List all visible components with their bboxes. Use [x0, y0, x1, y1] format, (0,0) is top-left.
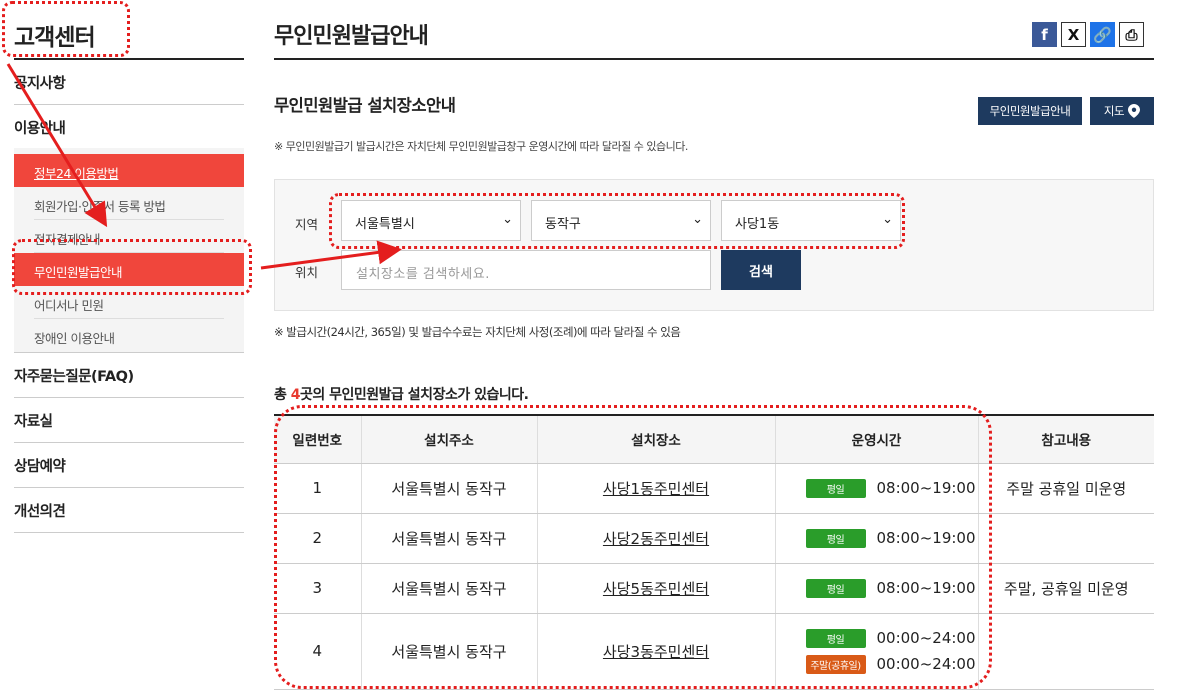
- header-no: 일련번호: [274, 415, 361, 464]
- hours-time: 08:00~19:00: [876, 529, 976, 547]
- sidebar-item-archive[interactable]: 자료실: [14, 398, 244, 443]
- cell-place-link[interactable]: 사당5동주민센터: [536, 563, 775, 614]
- section-title: 무인민원발급 설치장소안내: [274, 96, 456, 115]
- sidebar: 고객센터 공지사항 이용안내 정부24 이용방법 회원가입·인증서 등록 방법 …: [14, 0, 244, 533]
- map-button[interactable]: 지도: [1090, 97, 1154, 125]
- sigungu-select[interactable]: 동작구 ⌄: [531, 200, 711, 241]
- header-address: 설치주소: [360, 415, 537, 464]
- submenu-item-anywhere[interactable]: 어디서나 민원: [34, 286, 224, 319]
- sidebar-item-faq[interactable]: 자주묻는질문(FAQ): [14, 353, 244, 398]
- notice-fees: ※ 발급시간(24시간, 365일) 및 발급수수료는 자치단체 사정(조례)에…: [274, 325, 681, 339]
- results-suffix: 곳의 무인민원발급 설치장소가 있습니다.: [300, 387, 529, 403]
- cell-address: 서울특별시 동작구: [360, 463, 537, 514]
- cell-no: 1: [274, 463, 361, 514]
- search-button[interactable]: 검색: [721, 250, 801, 290]
- cell-hours: 평일 08:00~19:00: [774, 463, 978, 514]
- table-row: 1 서울특별시 동작구 사당1동주민센터 평일 08:00~19:00 주말 공휴…: [274, 463, 1154, 514]
- kiosk-guide-button[interactable]: 무인민원발급안내: [978, 97, 1082, 125]
- table-row: 3 서울특별시 동작구 사당5동주민센터 평일 08:00~19:00 주말, 공…: [274, 563, 1154, 614]
- sidebar-item-notice[interactable]: 공지사항: [14, 60, 244, 105]
- sidebar-submenu: 정부24 이용방법 회원가입·인증서 등록 방법 전자결제안내 무인민원발급안내…: [14, 148, 244, 353]
- cell-note: [977, 513, 1154, 564]
- cell-note: 주말 공휴일 미운영: [977, 463, 1154, 514]
- hours-time: 08:00~19:00: [876, 479, 976, 497]
- cell-no: 2: [274, 513, 361, 564]
- x-icon[interactable]: X: [1061, 22, 1086, 47]
- header-note: 참고내용: [977, 415, 1154, 464]
- cell-address: 서울특별시 동작구: [360, 563, 537, 614]
- print-icon[interactable]: ⎙: [1119, 22, 1144, 47]
- main-content: 무인민원발급안내 f X 🔗 ⎙ 무인민원발급 설치장소안내 무인민원발급안내 …: [274, 0, 1154, 690]
- link-icon[interactable]: 🔗: [1090, 22, 1115, 47]
- sigungu-select-value: 동작구: [545, 217, 581, 232]
- map-button-label: 지도: [1103, 104, 1125, 118]
- weekend-badge: 주말(공휴일): [805, 654, 866, 674]
- cell-no: 4: [274, 613, 361, 690]
- results-count: 4: [290, 387, 301, 403]
- sidebar-title: 고객센터: [14, 0, 244, 60]
- sido-select-value: 서울특별시: [355, 217, 415, 232]
- sidebar-item-consult[interactable]: 상담예약: [14, 443, 244, 488]
- results-prefix: 총: [274, 387, 291, 403]
- table-row: 4 서울특별시 동작구 사당3동주민센터 평일 00:00~24:00 주말(공휴…: [274, 613, 1154, 690]
- share-toolbar: f X 🔗 ⎙: [1032, 22, 1144, 47]
- cell-hours: 평일 08:00~19:00: [774, 513, 978, 564]
- notice-hours: ※ 무인민원발급기 발급시간은 자치단체 무인민원발급창구 운영시간에 따라 달…: [274, 140, 688, 153]
- dong-select-value: 사당1동: [735, 217, 780, 232]
- chevron-down-icon: ⌄: [882, 212, 893, 227]
- submenu-item-kiosk-guide[interactable]: 무인민원발급안내: [14, 253, 244, 286]
- cell-hours: 평일 08:00~19:00: [774, 563, 978, 614]
- header-hours: 운영시간: [774, 415, 978, 464]
- cell-no: 3: [274, 563, 361, 614]
- cell-address: 서울특별시 동작구: [360, 513, 537, 564]
- submenu-item-signup-cert[interactable]: 회원가입·인증서 등록 방법: [34, 187, 224, 220]
- kiosk-table: 일련번호 설치주소 설치장소 운영시간 참고내용 1 서울특별시 동작구 사당1…: [274, 414, 1154, 690]
- location-search-input[interactable]: 설치장소를 검색하세요.: [341, 250, 711, 290]
- weekday-badge: 평일: [805, 578, 866, 598]
- hours-time: 08:00~19:00: [876, 579, 976, 597]
- chevron-down-icon: ⌄: [502, 212, 513, 227]
- dong-select[interactable]: 사당1동 ⌄: [721, 200, 901, 241]
- hours-time: 00:00~24:00: [876, 655, 976, 673]
- weekday-badge: 평일: [805, 528, 866, 548]
- region-label: 지역: [295, 217, 319, 232]
- cell-note: [977, 613, 1154, 690]
- chevron-down-icon: ⌄: [692, 212, 703, 227]
- submenu-item-epayment[interactable]: 전자결제안내: [34, 220, 224, 253]
- hours-time: 00:00~24:00: [876, 629, 976, 647]
- page-title: 무인민원발급안내: [274, 0, 1154, 60]
- cell-place-link[interactable]: 사당3동주민센터: [536, 613, 775, 690]
- sidebar-item-guide[interactable]: 이용안내: [14, 105, 244, 148]
- cell-note: 주말, 공휴일 미운영: [977, 563, 1154, 614]
- submenu-item-disabled-guide[interactable]: 장애인 이용안내: [34, 319, 224, 352]
- weekday-badge: 평일: [805, 478, 866, 498]
- sidebar-item-feedback[interactable]: 개선의견: [14, 488, 244, 533]
- facebook-icon[interactable]: f: [1032, 22, 1057, 47]
- cell-hours: 평일 00:00~24:00 주말(공휴일) 00:00~24:00: [774, 613, 978, 690]
- weekday-badge: 평일: [805, 628, 866, 648]
- table-header-row: 일련번호 설치주소 설치장소 운영시간 참고내용: [274, 415, 1154, 464]
- table-row: 2 서울특별시 동작구 사당2동주민센터 평일 08:00~19:00: [274, 513, 1154, 564]
- submenu-item-gov24-usage[interactable]: 정부24 이용방법: [14, 154, 244, 187]
- results-summary: 총 4곳의 무인민원발급 설치장소가 있습니다.: [274, 384, 529, 404]
- map-pin-icon: [1128, 104, 1141, 118]
- search-panel: 지역 서울특별시 ⌄ 동작구 ⌄ 사당1동 ⌄ 위치 설치장소를 검색하세요. …: [274, 179, 1154, 311]
- cell-place-link[interactable]: 사당1동주민센터: [536, 463, 775, 514]
- sido-select[interactable]: 서울특별시 ⌄: [341, 200, 521, 241]
- cell-place-link[interactable]: 사당2동주민센터: [536, 513, 775, 564]
- cell-address: 서울특별시 동작구: [360, 613, 537, 690]
- location-label: 위치: [295, 265, 319, 280]
- header-place: 설치장소: [536, 415, 775, 464]
